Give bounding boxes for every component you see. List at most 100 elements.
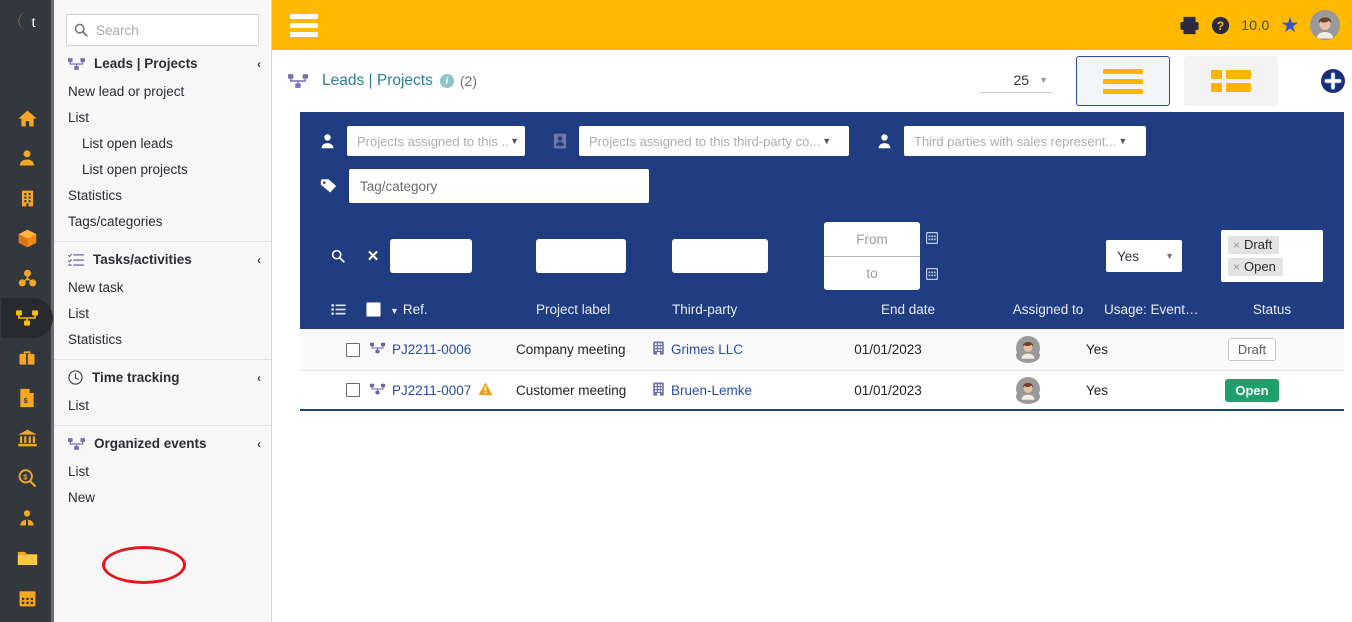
column-header-end-date[interactable]: End date [881, 302, 935, 317]
row-checkbox[interactable] [346, 342, 360, 357]
rail-icon-list: $ $ [0, 98, 54, 618]
sidebar-group-header[interactable]: Time tracking ‹ [54, 360, 271, 393]
sidebar: ▼ Leads | Projects‹New lead or projectLi… [54, 0, 272, 622]
sidebar-item-list[interactable]: List [54, 105, 271, 131]
sidebar-item-new-lead-or-project[interactable]: New lead or project [54, 79, 271, 105]
info-icon[interactable]: i [439, 74, 454, 88]
logo-large[interactable]: t [2, 48, 52, 88]
remove-chip-icon[interactable]: × [1233, 260, 1240, 274]
sidebar-item-statistics[interactable]: Statistics [54, 183, 271, 209]
tasks-icon [68, 253, 84, 267]
calendar-icon[interactable] [926, 232, 938, 244]
row-third-party-link[interactable]: Bruen-Lemke [652, 381, 752, 399]
sidebar-item-list[interactable]: List [54, 393, 271, 419]
remove-chip-icon[interactable]: × [1233, 238, 1240, 252]
column-header-third-party[interactable]: Third-party [672, 302, 824, 317]
project-tree-icon [288, 73, 308, 89]
avatar[interactable] [1016, 336, 1040, 363]
column-header-ref[interactable]: ▼ Ref. [390, 302, 536, 317]
table-row[interactable]: PJ2211-0006 Company meeting Grimes LLC 01/0… [300, 329, 1344, 370]
tag-category-input[interactable]: Tag/category [349, 169, 649, 203]
filter-date-to-input[interactable]: to [824, 256, 920, 290]
select-all-checkbox[interactable] [356, 302, 390, 317]
project-tree-icon [68, 57, 85, 71]
svg-text:?: ? [1217, 18, 1224, 32]
row-ref-link[interactable]: PJ2211-0007 [370, 382, 493, 399]
filter-date-from-input[interactable]: From [824, 222, 920, 256]
tag-icon [320, 178, 337, 194]
third-party-contact-select[interactable]: Projects assigned to this third-party co… [579, 126, 849, 156]
status-filter-chip-open[interactable]: × Open [1228, 258, 1283, 276]
third-party-contact-placeholder: Projects assigned to this third-party co… [589, 133, 821, 149]
calendar-icon[interactable] [926, 268, 938, 280]
search-action[interactable] [320, 239, 356, 273]
sidebar-item-tags-categories[interactable]: Tags/categories [54, 209, 271, 235]
print-icon[interactable] [1179, 16, 1200, 35]
filter-project-label-input[interactable] [536, 239, 626, 273]
sidebar-menu: Leads | Projects ‹ New lead or project List… [54, 46, 271, 517]
sales-rep-placeholder: Third parties with sales represent... [914, 133, 1117, 149]
column-header-project-label[interactable]: Project label [536, 302, 672, 317]
sidebar-group-header[interactable]: Tasks/activities ‹ [54, 242, 271, 275]
calendar-icon[interactable] [0, 578, 54, 618]
avatar[interactable] [1016, 376, 1040, 404]
add-new-button[interactable] [1320, 68, 1346, 94]
sidebar-item-list-open-projects[interactable]: List open projects [54, 157, 271, 183]
help-icon[interactable]: ? [1211, 16, 1230, 35]
invoice-icon[interactable]: $ [0, 378, 54, 418]
sidebar-item-list[interactable]: List [54, 459, 271, 485]
clear-filter-action[interactable]: ✕ [356, 239, 390, 273]
sidebar-group-organized-events: Organized events ‹ List New [54, 425, 271, 517]
row-checkbox[interactable] [346, 383, 360, 397]
header-row-action-icon[interactable] [320, 303, 356, 316]
chevron-left-icon[interactable]: ‹ [257, 437, 261, 451]
building-icon[interactable] [0, 178, 54, 218]
sidebar-item-list[interactable]: List [54, 301, 271, 327]
chevron-left-icon[interactable]: ‹ [257, 57, 261, 71]
user-icon[interactable] [0, 138, 54, 178]
status-filter-chip-draft[interactable]: × Draft [1228, 236, 1280, 254]
table-row[interactable]: PJ2211-0007 Customer meeting Bruen-Lemke 01… [300, 370, 1344, 411]
money-search-icon[interactable]: $ [0, 458, 54, 498]
search-box[interactable]: ▼ [66, 14, 271, 46]
chevron-down-icon: ▼ [1039, 74, 1048, 85]
kanban-view-button[interactable] [1184, 56, 1278, 106]
briefcase-icon[interactable] [0, 338, 54, 378]
home-icon[interactable] [0, 98, 54, 138]
row-ref-link[interactable]: PJ2211-0006 [370, 342, 471, 357]
sidebar-item-new[interactable]: New [54, 485, 271, 511]
sidebar-group-header[interactable]: Leads | Projects ‹ [54, 46, 271, 79]
bookmark-star-icon[interactable]: ★ [1281, 15, 1300, 36]
row-third-party-link[interactable]: Grimes LLC [652, 341, 743, 358]
filter-status-multiselect[interactable]: × Draft × Open [1221, 230, 1323, 282]
list-view-button[interactable] [1076, 56, 1170, 106]
warning-icon[interactable] [478, 382, 493, 399]
sidebar-item-list-open-leads[interactable]: List open leads [54, 131, 271, 157]
project-tree-icon[interactable] [1, 298, 53, 338]
sales-rep-select[interactable]: Third parties with sales represent... ▼ [904, 126, 1146, 156]
page-size-selector[interactable]: 25 ▼ [980, 70, 1052, 93]
avatar[interactable] [1310, 10, 1341, 40]
chevron-left-icon[interactable]: ‹ [257, 253, 261, 267]
filter-ref-input[interactable] [390, 239, 472, 273]
employee-icon[interactable] [0, 498, 54, 538]
filter-usage-event-select[interactable]: Yes ▼ [1106, 240, 1182, 272]
page-title[interactable]: Leads | Projects [322, 72, 433, 90]
column-header-status[interactable]: Status [1253, 302, 1291, 317]
bank-icon[interactable] [0, 418, 54, 458]
filter-third-party-input[interactable] [672, 239, 768, 273]
search-input[interactable] [96, 22, 271, 38]
assigned-user-select[interactable]: Projects assigned to this ... ▼ [347, 126, 525, 156]
sidebar-item-new-task[interactable]: New task [54, 275, 271, 301]
boxes-icon[interactable] [0, 258, 54, 298]
column-header-usage-event[interactable]: Usage: Event… [1104, 302, 1220, 317]
folder-icon[interactable] [0, 538, 54, 578]
filter-panel: Projects assigned to this ... ▼ Projects… [300, 112, 1344, 327]
hamburger-menu-icon[interactable] [290, 10, 318, 41]
sidebar-item-statistics[interactable]: Statistics [54, 327, 271, 353]
chevron-left-icon[interactable]: ‹ [257, 371, 261, 385]
column-header-assigned-to[interactable]: Assigned to [1013, 302, 1084, 317]
sidebar-group-header[interactable]: Organized events ‹ [54, 426, 271, 459]
box-icon[interactable] [0, 218, 54, 258]
logo-small[interactable]: t [10, 8, 44, 34]
